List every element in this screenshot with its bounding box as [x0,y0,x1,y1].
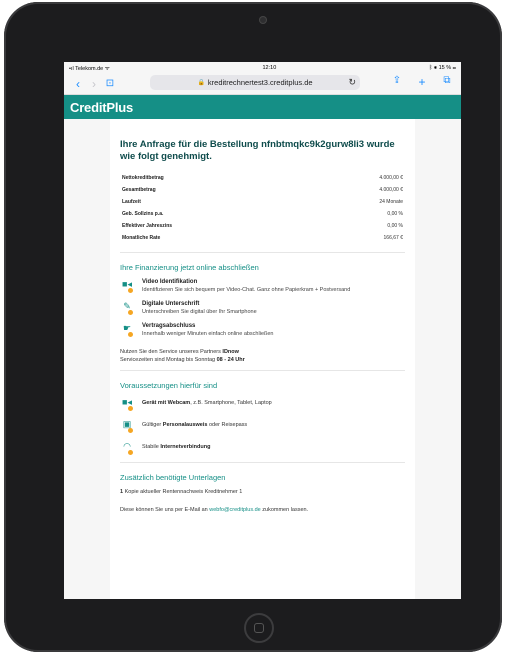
table-row: Monatliche Rate 166,67 € [120,232,405,244]
bookmarks-icon[interactable]: ⊡ [102,78,118,89]
share-icon[interactable]: ⇪ [389,76,405,88]
summary-label: Laufzeit [122,199,141,205]
lock-icon: 🔒 [197,80,205,86]
status-bar: •ıl Telekom.de ᯤ 12:10 ᛒ ✱ 15 % ▭ [64,62,461,73]
summary-label: Monatliche Rate [122,235,161,241]
step-title: Video Identifikation [142,279,198,285]
step-desc: Identifizieren Sie sich bequem per Video… [142,287,351,293]
clock: 12:10 [262,64,277,71]
webcam-icon: ■◂ [120,396,134,411]
home-button[interactable] [244,613,274,643]
requirement-internet: ◠ Stabile Internetverbindung [120,440,405,455]
requirement-id: ▣ Gültiger Personalausweis oder Reisepas… [120,418,405,433]
reload-icon[interactable]: ↻ [348,77,356,88]
handshake-icon: ☛ [120,322,134,337]
page-headline: Ihre Anfrage für die Bestellung nfnbtmqk… [120,139,395,162]
wifi-icon: ◠ [120,440,134,455]
document-requirement: 1 Kopie aktueller Rentennachweis Kreditn… [120,489,243,495]
summary-value: 166,67 € [383,235,403,241]
finance-section-title: Ihre Finanzierung jetzt online abschließ… [120,263,259,272]
summary-label: Geb. Sollzins p.a. [122,211,164,217]
carrier-label: •ıl Telekom.de ᯤ [69,65,110,72]
step-digital-signature: ✎ Digitale Unterschrift Unterschreiben Si… [120,300,405,316]
email-link[interactable]: webfo@creditplus.de [209,507,260,513]
creditplus-logo[interactable]: CreditPlus [70,100,133,115]
table-row: Geb. Sollzins p.a. 0,00 % [120,208,405,220]
summary-value: 24 Monate [379,199,403,205]
main-content: Ihre Anfrage für die Bestellung nfnbtmqk… [110,119,415,599]
summary-value: 4.000,00 € [379,187,403,193]
step-desc: Unterschreiben Sie digital über Ihr Smar… [142,309,257,315]
summary-value: 4.000,00 € [379,175,403,181]
service-hours: 08 - 24 Uhr [216,357,245,363]
browser-toolbar: ‹ › ⊡ 🔒 kreditrechnertest3.creditplus.de… [64,73,461,95]
tablet-frame: •ıl Telekom.de ᯤ 12:10 ᛒ ✱ 15 % ▭ ‹ › ⊡ … [4,2,502,652]
url-text: kreditrechnertest3.creditplus.de [207,78,313,87]
back-icon[interactable]: ‹ [70,78,86,90]
divider [120,252,405,253]
step-video-ident: ■◂ Video Identifikation Identifizieren Si… [120,278,405,294]
front-camera [259,16,267,24]
address-bar[interactable]: 🔒 kreditrechnertest3.creditplus.de ↻ [150,75,360,90]
summary-label: Gesamtbetrag [122,187,156,193]
brand-header: CreditPlus [64,95,461,119]
forward-icon[interactable]: › [86,78,102,90]
partner-info: Nutzen Sie den Service unseres Partners … [120,349,245,363]
divider [120,370,405,371]
requirement-webcam: ■◂ Gerät mit Webcam, z.B. Smartphone, Ta… [120,396,405,411]
screen: •ıl Telekom.de ᯤ 12:10 ᛒ ✱ 15 % ▭ ‹ › ⊡ … [64,62,461,599]
divider [120,462,405,463]
step-desc: Innerhalb weniger Minuten einfach online… [142,331,274,337]
document-instructions: Diese können Sie uns per E-Mail an webfo… [120,507,309,513]
tabs-icon[interactable]: ⧉ [439,76,455,88]
table-row: Gesamtbetrag 4.000,00 € [120,184,405,196]
requirements-section-title: Voraussetzungen hierfür sind [120,381,218,390]
summary-label: Effektiver Jahreszins [122,223,173,229]
summary-value: 0,00 % [387,211,403,217]
add-tab-icon[interactable]: + [414,76,430,88]
partner-name: IDnow [222,349,239,355]
id-card-icon: ▣ [120,418,134,433]
table-row: Effektiver Jahreszins 0,00 % [120,220,405,232]
step-contract: ☛ Vertragsabschluss Innerhalb weniger Min… [120,322,405,338]
table-row: Laufzeit 24 Monate [120,196,405,208]
step-title: Digitale Unterschrift [142,301,200,307]
table-row: Nettokreditbetrag 4.000,00 € [120,172,405,184]
documents-section-title: Zusätzlich benötigte Unterlagen [120,473,226,482]
credit-summary-table: Nettokreditbetrag 4.000,00 € Gesamtbetrag… [120,172,405,244]
video-camera-icon: ■◂ [120,278,134,293]
summary-label: Nettokreditbetrag [122,175,164,181]
summary-value: 0,00 % [387,223,403,229]
battery-indicator: ᛒ ✱ 15 % ▭ [428,64,456,71]
step-title: Vertragsabschluss [142,323,196,329]
signature-icon: ✎ [120,300,134,315]
